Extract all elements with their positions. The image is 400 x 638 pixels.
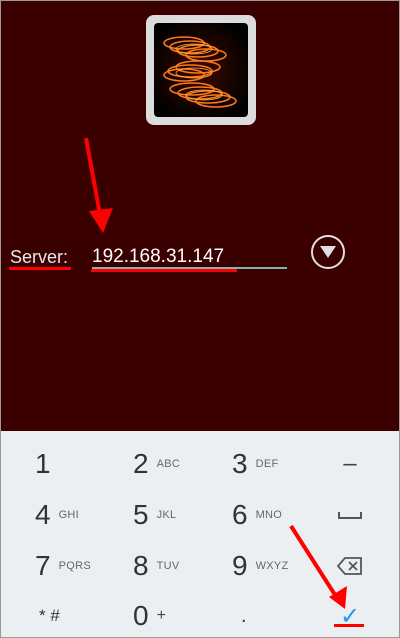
key-letters: WXYZ <box>255 560 289 572</box>
key-letters: + <box>156 607 167 624</box>
key-letters: MNO <box>255 509 283 521</box>
key-8[interactable]: 8 TUV <box>133 541 223 591</box>
checkmark-icon: ✓ <box>339 602 361 630</box>
key-4[interactable]: 4 GHI <box>35 490 125 540</box>
spring-coil-icon <box>154 23 248 117</box>
server-input-underline <box>92 267 287 269</box>
key-1[interactable]: 1 <box>35 439 125 489</box>
key-5[interactable]: 5 JKL <box>133 490 223 540</box>
key-digit: 6 <box>232 499 248 530</box>
key-letters: TUV <box>156 560 180 572</box>
key-dot[interactable]: . <box>241 591 301 637</box>
minus-symbol: – <box>343 450 357 477</box>
key-done[interactable]: ✓ <box>327 591 373 637</box>
numeric-keyboard: 1 2 ABC 3 DEF – 4 GHI 5 JKL 6 MNO 7 PQRS… <box>1 431 399 637</box>
key-digit: 2 <box>133 448 149 479</box>
key-star-hash[interactable]: * # <box>39 591 129 637</box>
key-letters: ABC <box>156 458 181 470</box>
key-digit: 9 <box>232 550 248 581</box>
app-area: Server: <box>1 1 399 431</box>
key-6[interactable]: 6 MNO <box>232 490 322 540</box>
space-bar-icon <box>338 512 362 519</box>
backspace-icon <box>337 557 362 575</box>
key-minus[interactable]: – <box>327 439 373 489</box>
key-space[interactable] <box>327 490 373 540</box>
key-digit: 4 <box>35 499 51 530</box>
server-field[interactable] <box>92 235 287 273</box>
key-2[interactable]: 2 ABC <box>133 439 223 489</box>
key-letters: JKL <box>156 509 177 521</box>
key-letters: PQRS <box>58 560 91 572</box>
key-letters: DEF <box>255 458 279 470</box>
key-digit: 3 <box>232 448 248 479</box>
key-digit: 8 <box>133 550 149 581</box>
screen: Server: 1 2 ABC 3 DEF – 4 <box>0 0 400 638</box>
key-9[interactable]: 9 WXYZ <box>232 541 322 591</box>
key-3[interactable]: 3 DEF <box>232 439 322 489</box>
app-logo <box>146 15 256 125</box>
key-digit: * # <box>39 606 60 625</box>
key-backspace[interactable] <box>327 541 373 591</box>
server-label: Server: <box>10 247 69 267</box>
key-digit: 7 <box>35 550 51 581</box>
key-digit: 0 <box>133 600 149 631</box>
server-dropdown-button[interactable] <box>311 235 345 269</box>
key-7[interactable]: 7 PQRS <box>35 541 125 591</box>
triangle-down-icon <box>320 246 336 258</box>
key-letters: GHI <box>58 509 80 521</box>
key-digit: 1 <box>35 448 51 479</box>
key-digit: 5 <box>133 499 149 530</box>
key-0[interactable]: 0 + <box>133 591 223 637</box>
key-digit: . <box>241 604 247 627</box>
